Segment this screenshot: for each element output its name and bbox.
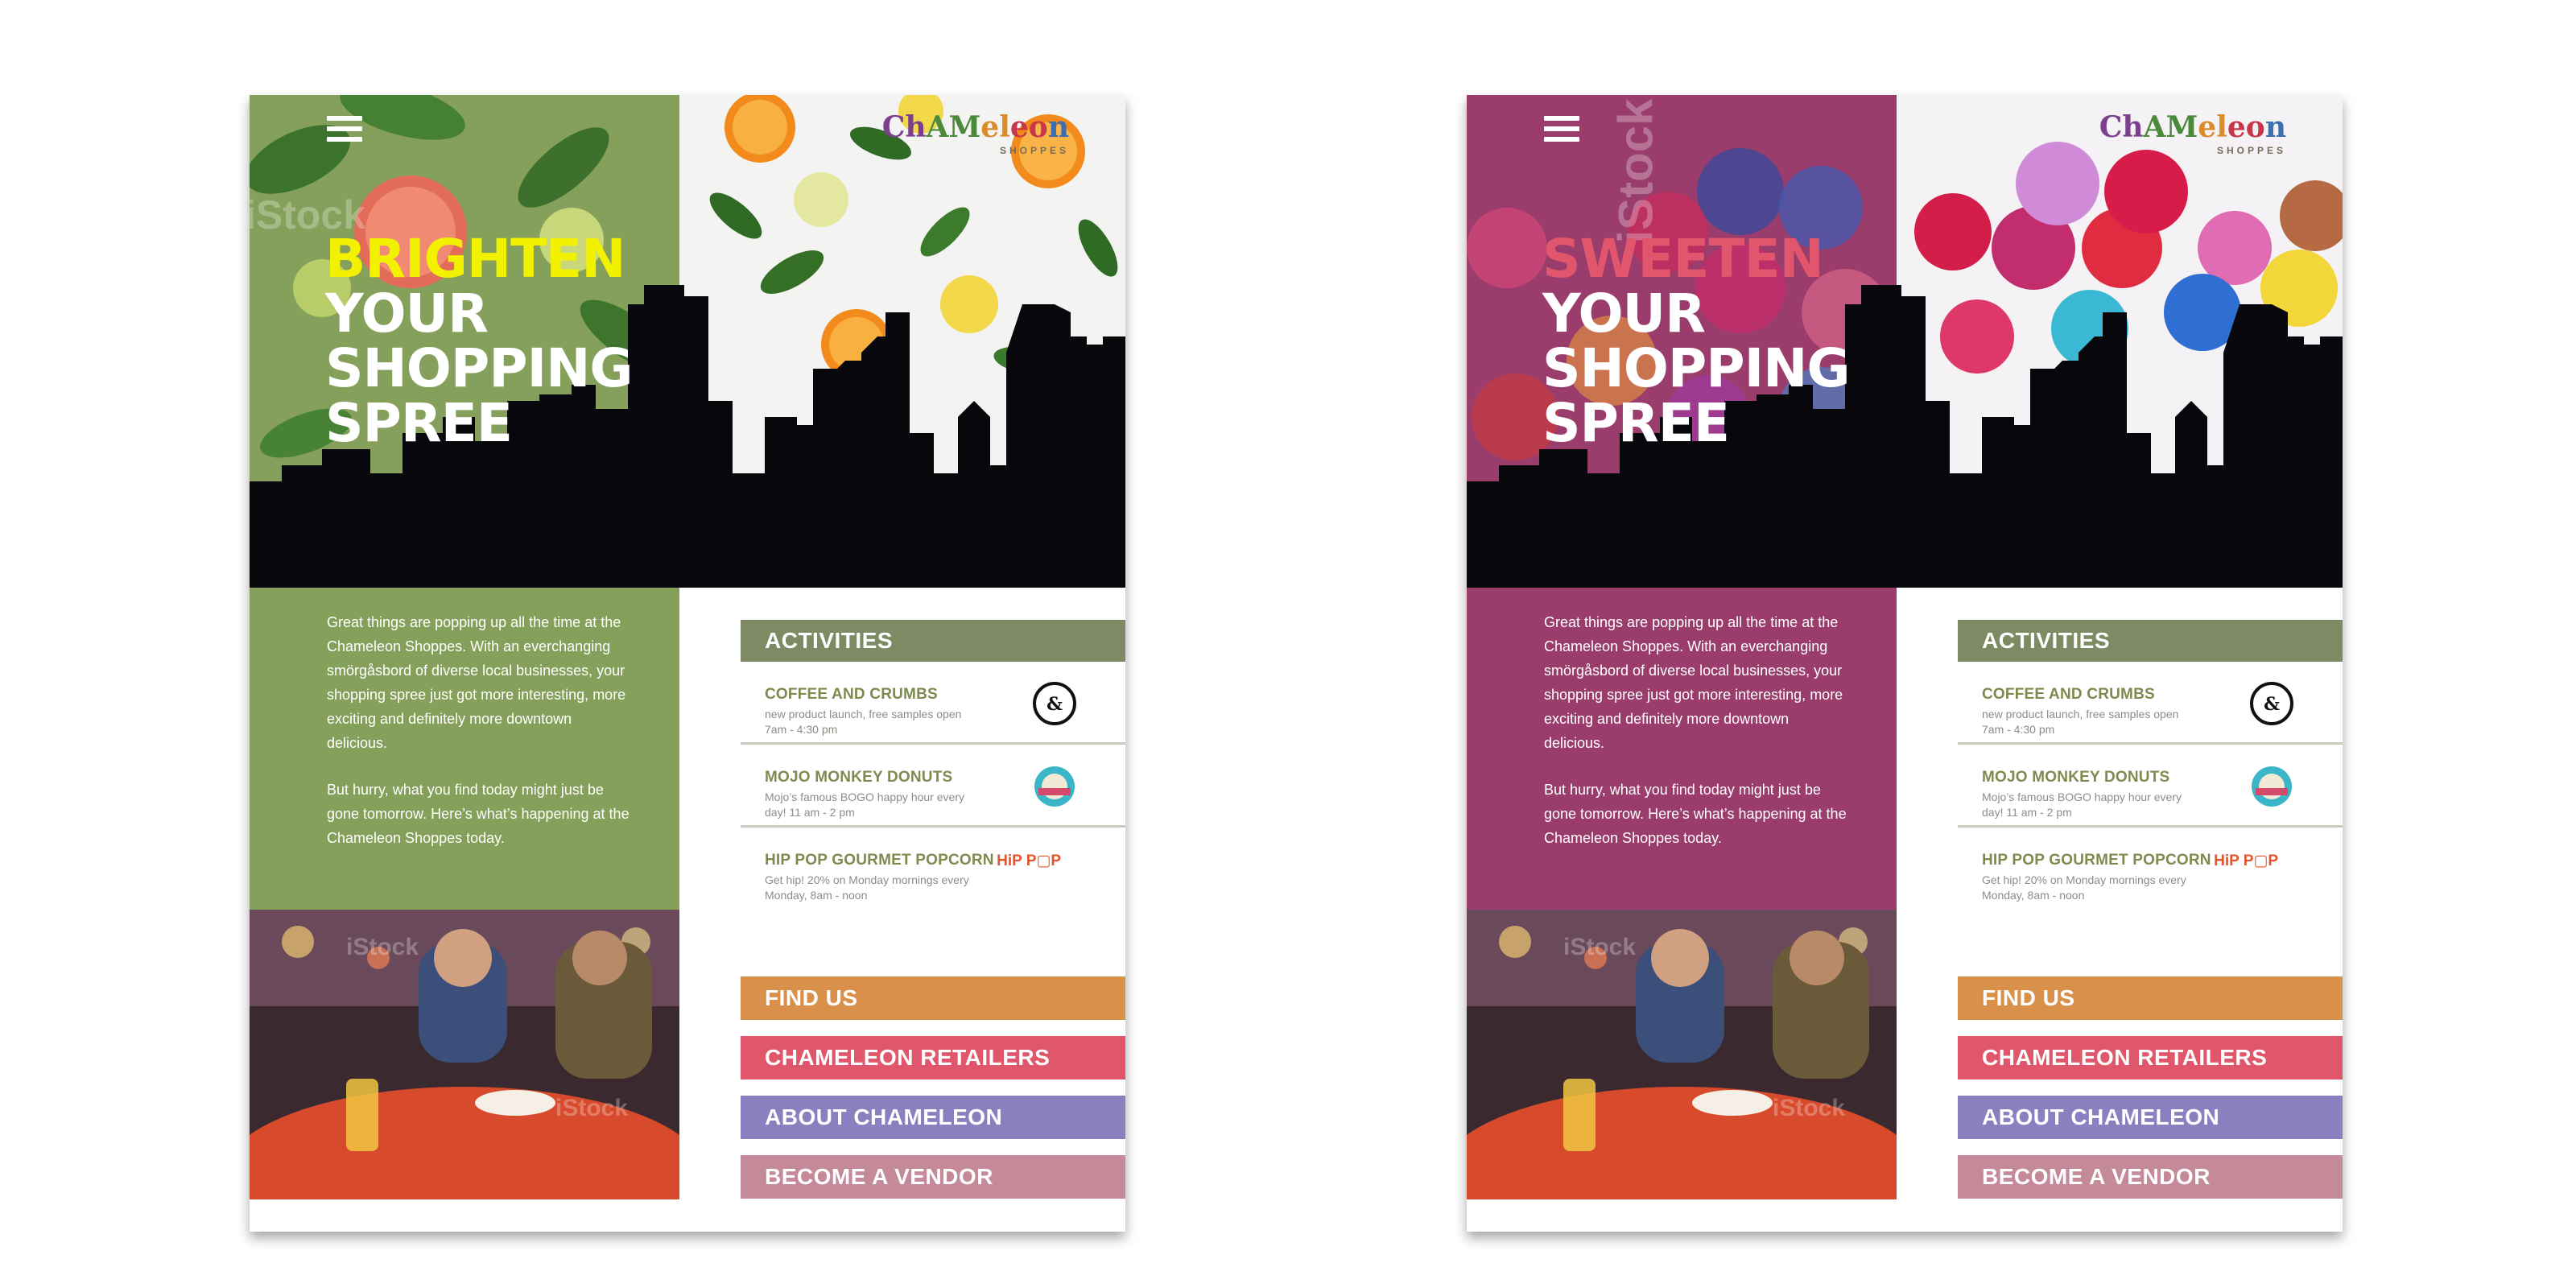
stock-watermark: iStock (346, 934, 419, 960)
become-a-vendor-link[interactable]: BECOME A VENDOR (1958, 1155, 2343, 1199)
activity-item[interactable]: HIP POP GOURMET POPCORN Get hip! 20% on … (741, 828, 1125, 910)
activities-section: ACTIVITIES COFFEE AND CRUMBS new product… (741, 620, 1125, 910)
hip-pop-logo-icon: HiP P▢P (2214, 852, 2278, 869)
logo-subtitle: SHOPPES (2216, 145, 2286, 156)
night-market-image (1467, 910, 1897, 1199)
night-market-image (250, 910, 679, 1199)
hamburger-menu-icon[interactable] (1544, 116, 1579, 150)
logo-wordmark: ChAMeleon (881, 110, 1069, 144)
headline-line: SHOPPING (1542, 337, 1851, 399)
page-mockup-candy: iStock ChAMeleon SHOPPES SWEETEN YOUR SH… (1467, 95, 2343, 1232)
activity-item[interactable]: COFFEE AND CRUMBS new product launch, fr… (1958, 662, 2343, 745)
hero-banner: iStock ChAMeleon SHOPPES BRIGHTEN YOUR S… (250, 95, 1125, 588)
coffee-and-crumbs-logo-icon: & (1033, 682, 1076, 725)
stock-watermark: iStock (1773, 1095, 1846, 1121)
headline-line: SPREE (325, 392, 513, 454)
activity-item[interactable]: MOJO MONKEY DONUTS Mojo’s famous BOGO ha… (741, 745, 1125, 828)
activities-heading: ACTIVITIES (1958, 620, 2343, 662)
headline-line: SPREE (1542, 392, 1730, 454)
hero-headline: BRIGHTEN YOUR SHOPPING SPREE (325, 228, 634, 454)
intro-paragraph: Great things are popping up all the time… (327, 614, 626, 751)
stock-watermark: iStock (555, 1095, 629, 1121)
mojo-monkey-logo-icon (2252, 766, 2292, 807)
couple-dining-photo: iStock iStock (250, 910, 679, 1199)
activity-desc: Mojo’s famous BOGO happy hour every day!… (765, 791, 964, 819)
find-us-link[interactable]: FIND US (1958, 976, 2343, 1020)
headline-line: SHOPPING (325, 337, 634, 399)
chameleon-retailers-link[interactable]: CHAMELEON RETAILERS (741, 1036, 1125, 1080)
activity-item[interactable]: HIP POP GOURMET POPCORN Get hip! 20% on … (1958, 828, 2343, 910)
intro-panel: Great things are popping up all the time… (250, 588, 679, 910)
mojo-monkey-logo-icon (1034, 766, 1075, 807)
activity-item[interactable]: COFFEE AND CRUMBS new product launch, fr… (741, 662, 1125, 745)
hamburger-menu-icon[interactable] (327, 116, 362, 150)
find-us-link[interactable]: FIND US (741, 976, 1125, 1020)
intro-panel: Great things are popping up all the time… (1467, 588, 1897, 910)
activities-section: ACTIVITIES COFFEE AND CRUMBS new product… (1958, 620, 2343, 910)
intro-paragraph: But hurry, what you find today might jus… (1544, 782, 1847, 846)
chameleon-logo[interactable]: ChAMeleon SHOPPES (882, 113, 1069, 156)
headline-accent-word: SWEETEN (1542, 228, 1824, 290)
logo-wordmark: ChAMeleon (2099, 110, 2286, 144)
svg-text:&: & (2264, 694, 2280, 715)
intro-paragraph: But hurry, what you find today might jus… (327, 782, 630, 846)
logo-subtitle: SHOPPES (999, 145, 1069, 156)
activity-desc: Get hip! 20% on Monday mornings every Mo… (1982, 873, 2186, 902)
intro-paragraph: Great things are popping up all the time… (1544, 614, 1843, 751)
hero-headline: SWEETEN YOUR SHOPPING SPREE (1542, 228, 1851, 454)
activities-heading: ACTIVITIES (741, 620, 1125, 662)
activity-desc: new product launch, free samples open 7a… (765, 708, 962, 736)
couple-dining-photo: iStock iStock (1467, 910, 1897, 1199)
headline-accent-word: BRIGHTEN (325, 228, 625, 290)
headline-line: YOUR (1542, 283, 1706, 345)
hip-pop-logo-icon: HiP P▢P (997, 852, 1061, 869)
become-a-vendor-link[interactable]: BECOME A VENDOR (741, 1155, 1125, 1199)
svg-text:&: & (1046, 694, 1063, 715)
headline-line: YOUR (325, 283, 489, 345)
coffee-and-crumbs-logo-icon: & (2250, 682, 2293, 725)
activity-desc: Get hip! 20% on Monday mornings every Mo… (765, 873, 969, 902)
page-mockup-citrus: iStock ChAMeleon SHOPPES BRIGHTEN YOUR S… (250, 95, 1125, 1232)
activity-name: HIP POP GOURMET POPCORN (765, 852, 994, 869)
about-chameleon-link[interactable]: ABOUT CHAMELEON (741, 1096, 1125, 1139)
chameleon-logo[interactable]: ChAMeleon SHOPPES (2099, 113, 2286, 156)
activity-desc: Mojo’s famous BOGO happy hour every day!… (1982, 791, 2182, 819)
stock-watermark: iStock (1563, 934, 1637, 960)
chameleon-retailers-link[interactable]: CHAMELEON RETAILERS (1958, 1036, 2343, 1080)
hero-banner: iStock ChAMeleon SHOPPES SWEETEN YOUR SH… (1467, 95, 2343, 588)
activity-desc: new product launch, free samples open 7a… (1982, 708, 2179, 736)
activity-item[interactable]: MOJO MONKEY DONUTS Mojo’s famous BOGO ha… (1958, 745, 2343, 828)
activity-name: HIP POP GOURMET POPCORN (1982, 852, 2211, 869)
about-chameleon-link[interactable]: ABOUT CHAMELEON (1958, 1096, 2343, 1139)
